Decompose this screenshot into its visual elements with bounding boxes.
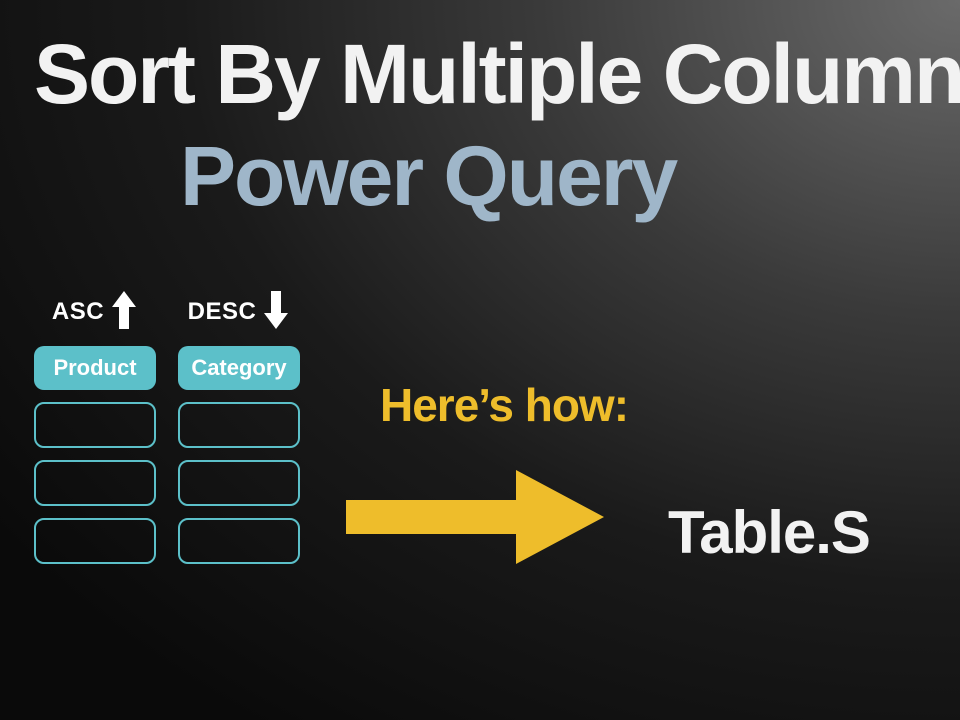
arrow-up-icon [110, 289, 138, 336]
sort-label: DESC [188, 298, 257, 326]
column-category: DESC Category [178, 290, 300, 564]
column-cell-empty [178, 518, 300, 564]
subtitle-text: Power Query [180, 128, 676, 225]
columns-illustration: ASC Product DESC Category [34, 290, 300, 564]
hint-text: Here’s how: [380, 378, 628, 432]
column-product: ASC Product [34, 290, 156, 564]
column-header: Product [34, 346, 156, 390]
column-cell-empty [34, 460, 156, 506]
arrow-right-icon [336, 452, 616, 587]
title-text: Sort By Multiple Columns [34, 26, 960, 123]
sort-indicator-asc: ASC [34, 290, 156, 334]
sort-label: ASC [52, 298, 104, 326]
column-header: Category [178, 346, 300, 390]
column-cell-empty [178, 460, 300, 506]
code-snippet: Table.S [668, 498, 870, 567]
column-cell-empty [34, 518, 156, 564]
arrow-down-icon [262, 289, 290, 336]
column-cell-empty [178, 402, 300, 448]
column-cell-empty [34, 402, 156, 448]
sort-indicator-desc: DESC [178, 290, 300, 334]
